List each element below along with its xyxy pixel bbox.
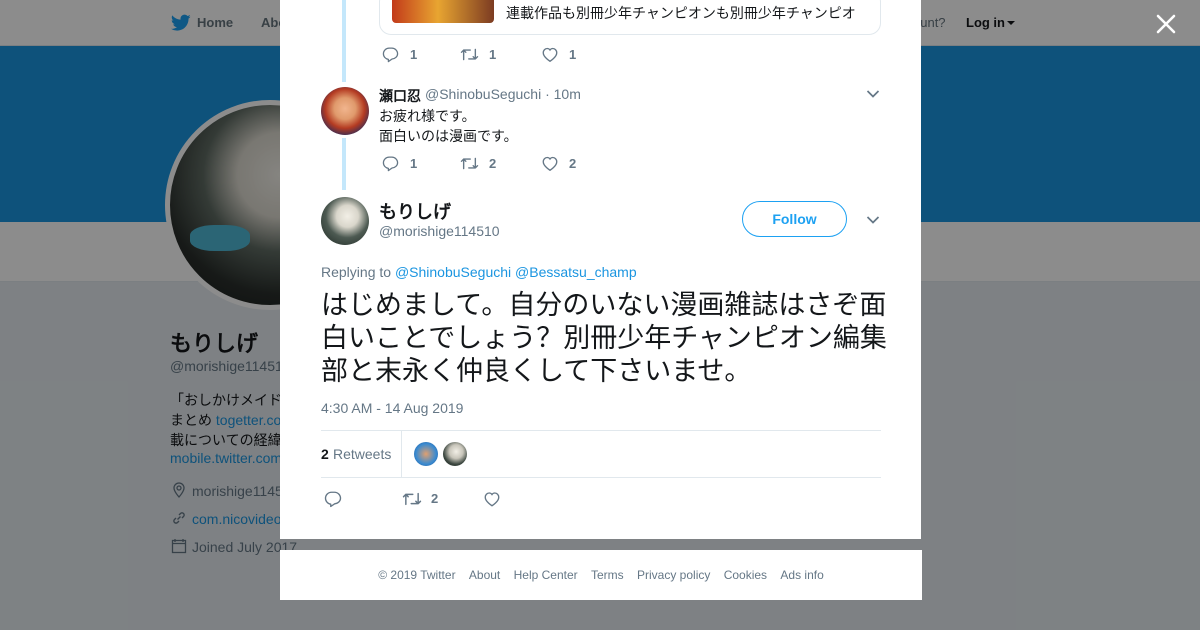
tweet-timestamp[interactable]: 4:30 AM - 14 Aug 2019 [321,400,463,416]
heart-icon [484,492,500,507]
quoted-tweet-card[interactable]: 連載作品も別冊少年チャンピオンも別冊少年チャンピオ [379,0,881,35]
follow-button[interactable]: Follow [742,201,847,237]
quoted-tweet-text: 連載作品も別冊少年チャンピオンも別冊少年チャンピオ [506,5,856,21]
retweet-stat-label[interactable]: Retweets [333,446,391,462]
retweet-icon [402,492,422,506]
thread-line [342,138,346,190]
reply-author-name[interactable]: 瀬口忍 [379,86,421,106]
heart-icon [542,156,558,172]
mention-link[interactable]: @Bessatsu_champ [515,264,637,280]
close-icon[interactable] [1154,12,1178,36]
reply-count: 1 [410,156,418,171]
mention-link[interactable]: @ShinobuSeguchi [395,264,511,280]
footer-copyright: © 2019 Twitter [378,568,456,582]
reply-author-avatar[interactable] [321,87,369,135]
retweet-stat-count[interactable]: 2 [321,446,329,462]
retweet-icon [460,48,479,61]
chevron-down-icon[interactable] [866,215,880,225]
replying-to-line: Replying to @ShinobuSeguchi @Bessatsu_ch… [321,264,637,280]
reply-tweet-text: 面白いのは漫画です。 [379,128,518,144]
footer-terms-link[interactable]: Terms [591,568,624,582]
replying-to-label: Replying to [321,264,395,280]
retweet-count: 1 [489,47,497,62]
main-tweet-text: はじめまして。自分のいない漫画雑誌はさぞ面白いことでしょう？別冊少年チャンピオン… [321,290,887,386]
tweet-stats-row: 2 Retweets [321,430,881,478]
reply-icon [324,491,342,508]
tweet-modal: 連載作品も別冊少年チャンピオンも別冊少年チャンピオ 1 1 1 瀬口忍 @Shi… [280,0,921,539]
footer-privacy-link[interactable]: Privacy policy [637,568,710,582]
retweet-count: 2 [489,156,497,171]
heart-icon [542,47,558,63]
reply-icon [382,156,399,172]
divider [401,431,402,477]
main-author-name[interactable]: もりしげ [379,198,451,224]
retweeter-avatar[interactable] [443,442,467,466]
reply-count: 1 [410,47,418,62]
reply-tweet-text: お疲れ様です。 [379,108,476,124]
retweet-icon [460,157,479,170]
quoted-tweet-image [392,0,494,23]
footer-ads-link[interactable]: Ads info [780,568,823,582]
reply-author-handle-time[interactable]: @ShinobuSeguchi · 10m [425,86,581,102]
footer-help-link[interactable]: Help Center [514,568,578,582]
footer-about-link[interactable]: About [469,568,500,582]
thread-line [342,0,346,82]
retweet-count: 2 [431,491,439,506]
reply-icon [382,47,399,63]
footer-cookies-link[interactable]: Cookies [724,568,767,582]
main-author-handle[interactable]: @morishige114510 [379,223,500,239]
footer-card: © 2019 Twitter About Help Center Terms P… [280,550,922,600]
chevron-down-icon[interactable] [866,89,880,99]
like-count: 1 [569,47,577,62]
retweeter-avatar[interactable] [414,442,438,466]
modal-content: 連載作品も別冊少年チャンピオンも別冊少年チャンピオ 1 1 1 瀬口忍 @Shi… [280,0,921,539]
footer-links: © 2019 Twitter About Help Center Terms P… [280,568,922,582]
like-count: 2 [569,156,577,171]
main-author-avatar[interactable] [321,197,369,245]
